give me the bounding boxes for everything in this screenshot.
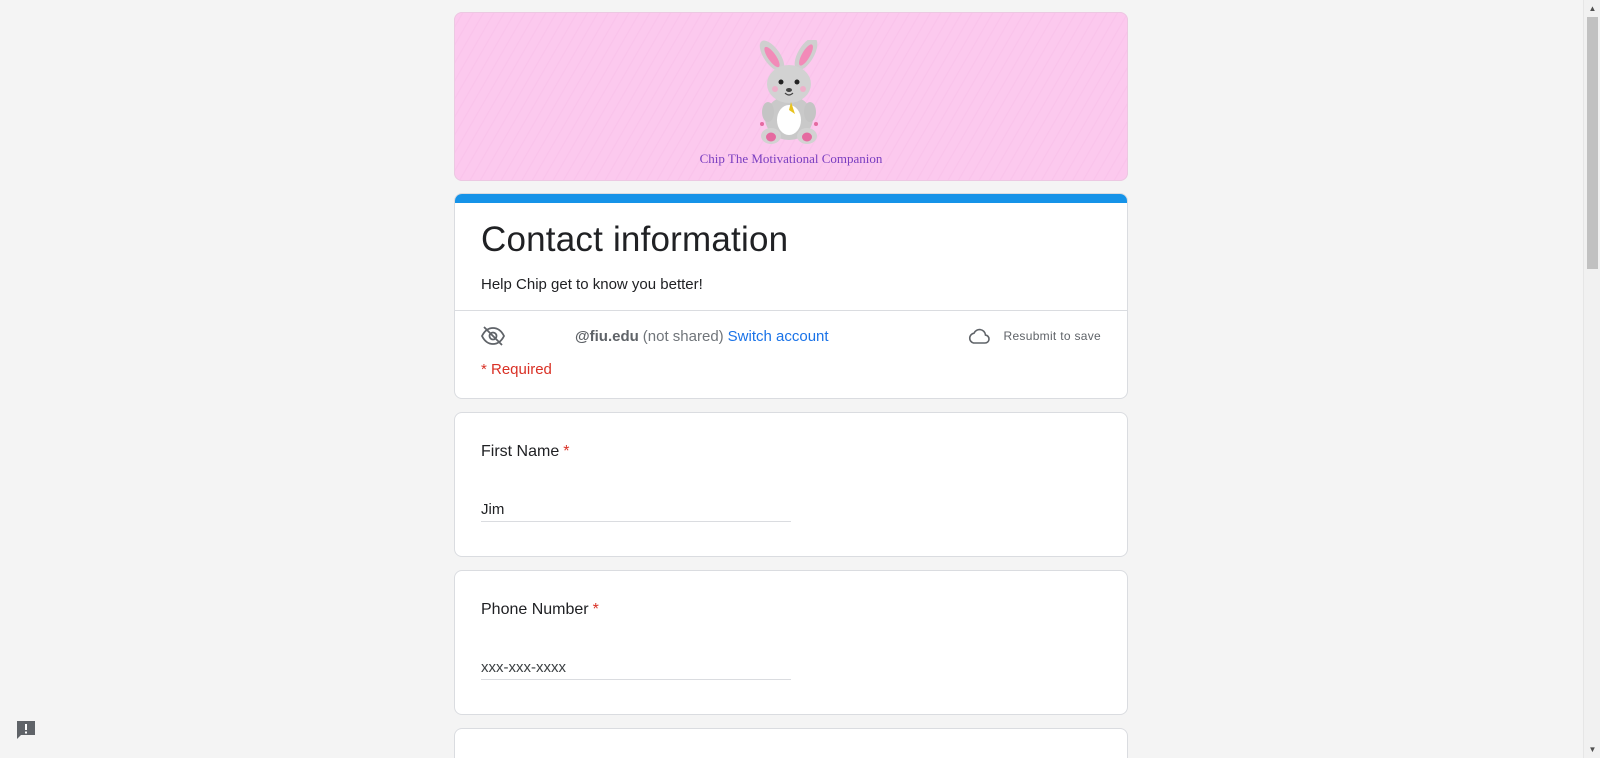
bunny-mascot-icon (759, 40, 818, 144)
scroll-up-arrow-icon[interactable]: ▲ (1584, 0, 1600, 17)
form-banner: Chip The Motivational Companion (454, 12, 1128, 181)
question-card-next (454, 728, 1128, 758)
scrollbar-thumb[interactable] (1587, 17, 1598, 269)
required-asterisk: * (563, 443, 570, 460)
question-label: First Name (481, 443, 560, 460)
question-label: Phone Number (481, 601, 589, 618)
switch-account-link[interactable]: Switch account (728, 328, 829, 345)
account-not-shared: (not shared) (642, 327, 724, 345)
question-card-first-name: First Name * (454, 412, 1128, 557)
save-status: Resubmit to save (967, 324, 1101, 348)
scroll-down-arrow-icon[interactable]: ▼ (1584, 741, 1600, 758)
form-container: Chip The Motivational Companion Contact … (454, 12, 1128, 758)
account-row: @fiu.edu (not shared) Switch account Res… (481, 324, 1101, 348)
account-email: @fiu.edu (575, 327, 639, 345)
form-title: Contact information (481, 220, 789, 259)
phone-number-input[interactable] (481, 655, 791, 680)
question-card-phone-number: Phone Number * (454, 570, 1128, 715)
question-title: First Name * (481, 443, 569, 461)
report-feedback-icon[interactable] (14, 718, 38, 742)
header-divider (455, 310, 1127, 311)
save-status-label: Resubmit to save (1003, 329, 1101, 343)
eye-off-icon (481, 326, 505, 346)
header-accent-bar (455, 194, 1127, 203)
banner-caption: Chip The Motivational Companion (699, 151, 883, 166)
required-asterisk: * (592, 601, 599, 618)
cloud-icon (969, 328, 991, 344)
page-scrollbar[interactable]: ▲ ▼ (1583, 0, 1600, 758)
question-title: Phone Number * (481, 601, 599, 619)
required-note: * Required (481, 361, 552, 378)
page: Chip The Motivational Companion Contact … (0, 0, 1600, 758)
form-header-card: Contact information Help Chip get to kno… (454, 193, 1128, 399)
form-description: Help Chip get to know you better! (481, 276, 703, 293)
first-name-input[interactable] (481, 497, 791, 522)
